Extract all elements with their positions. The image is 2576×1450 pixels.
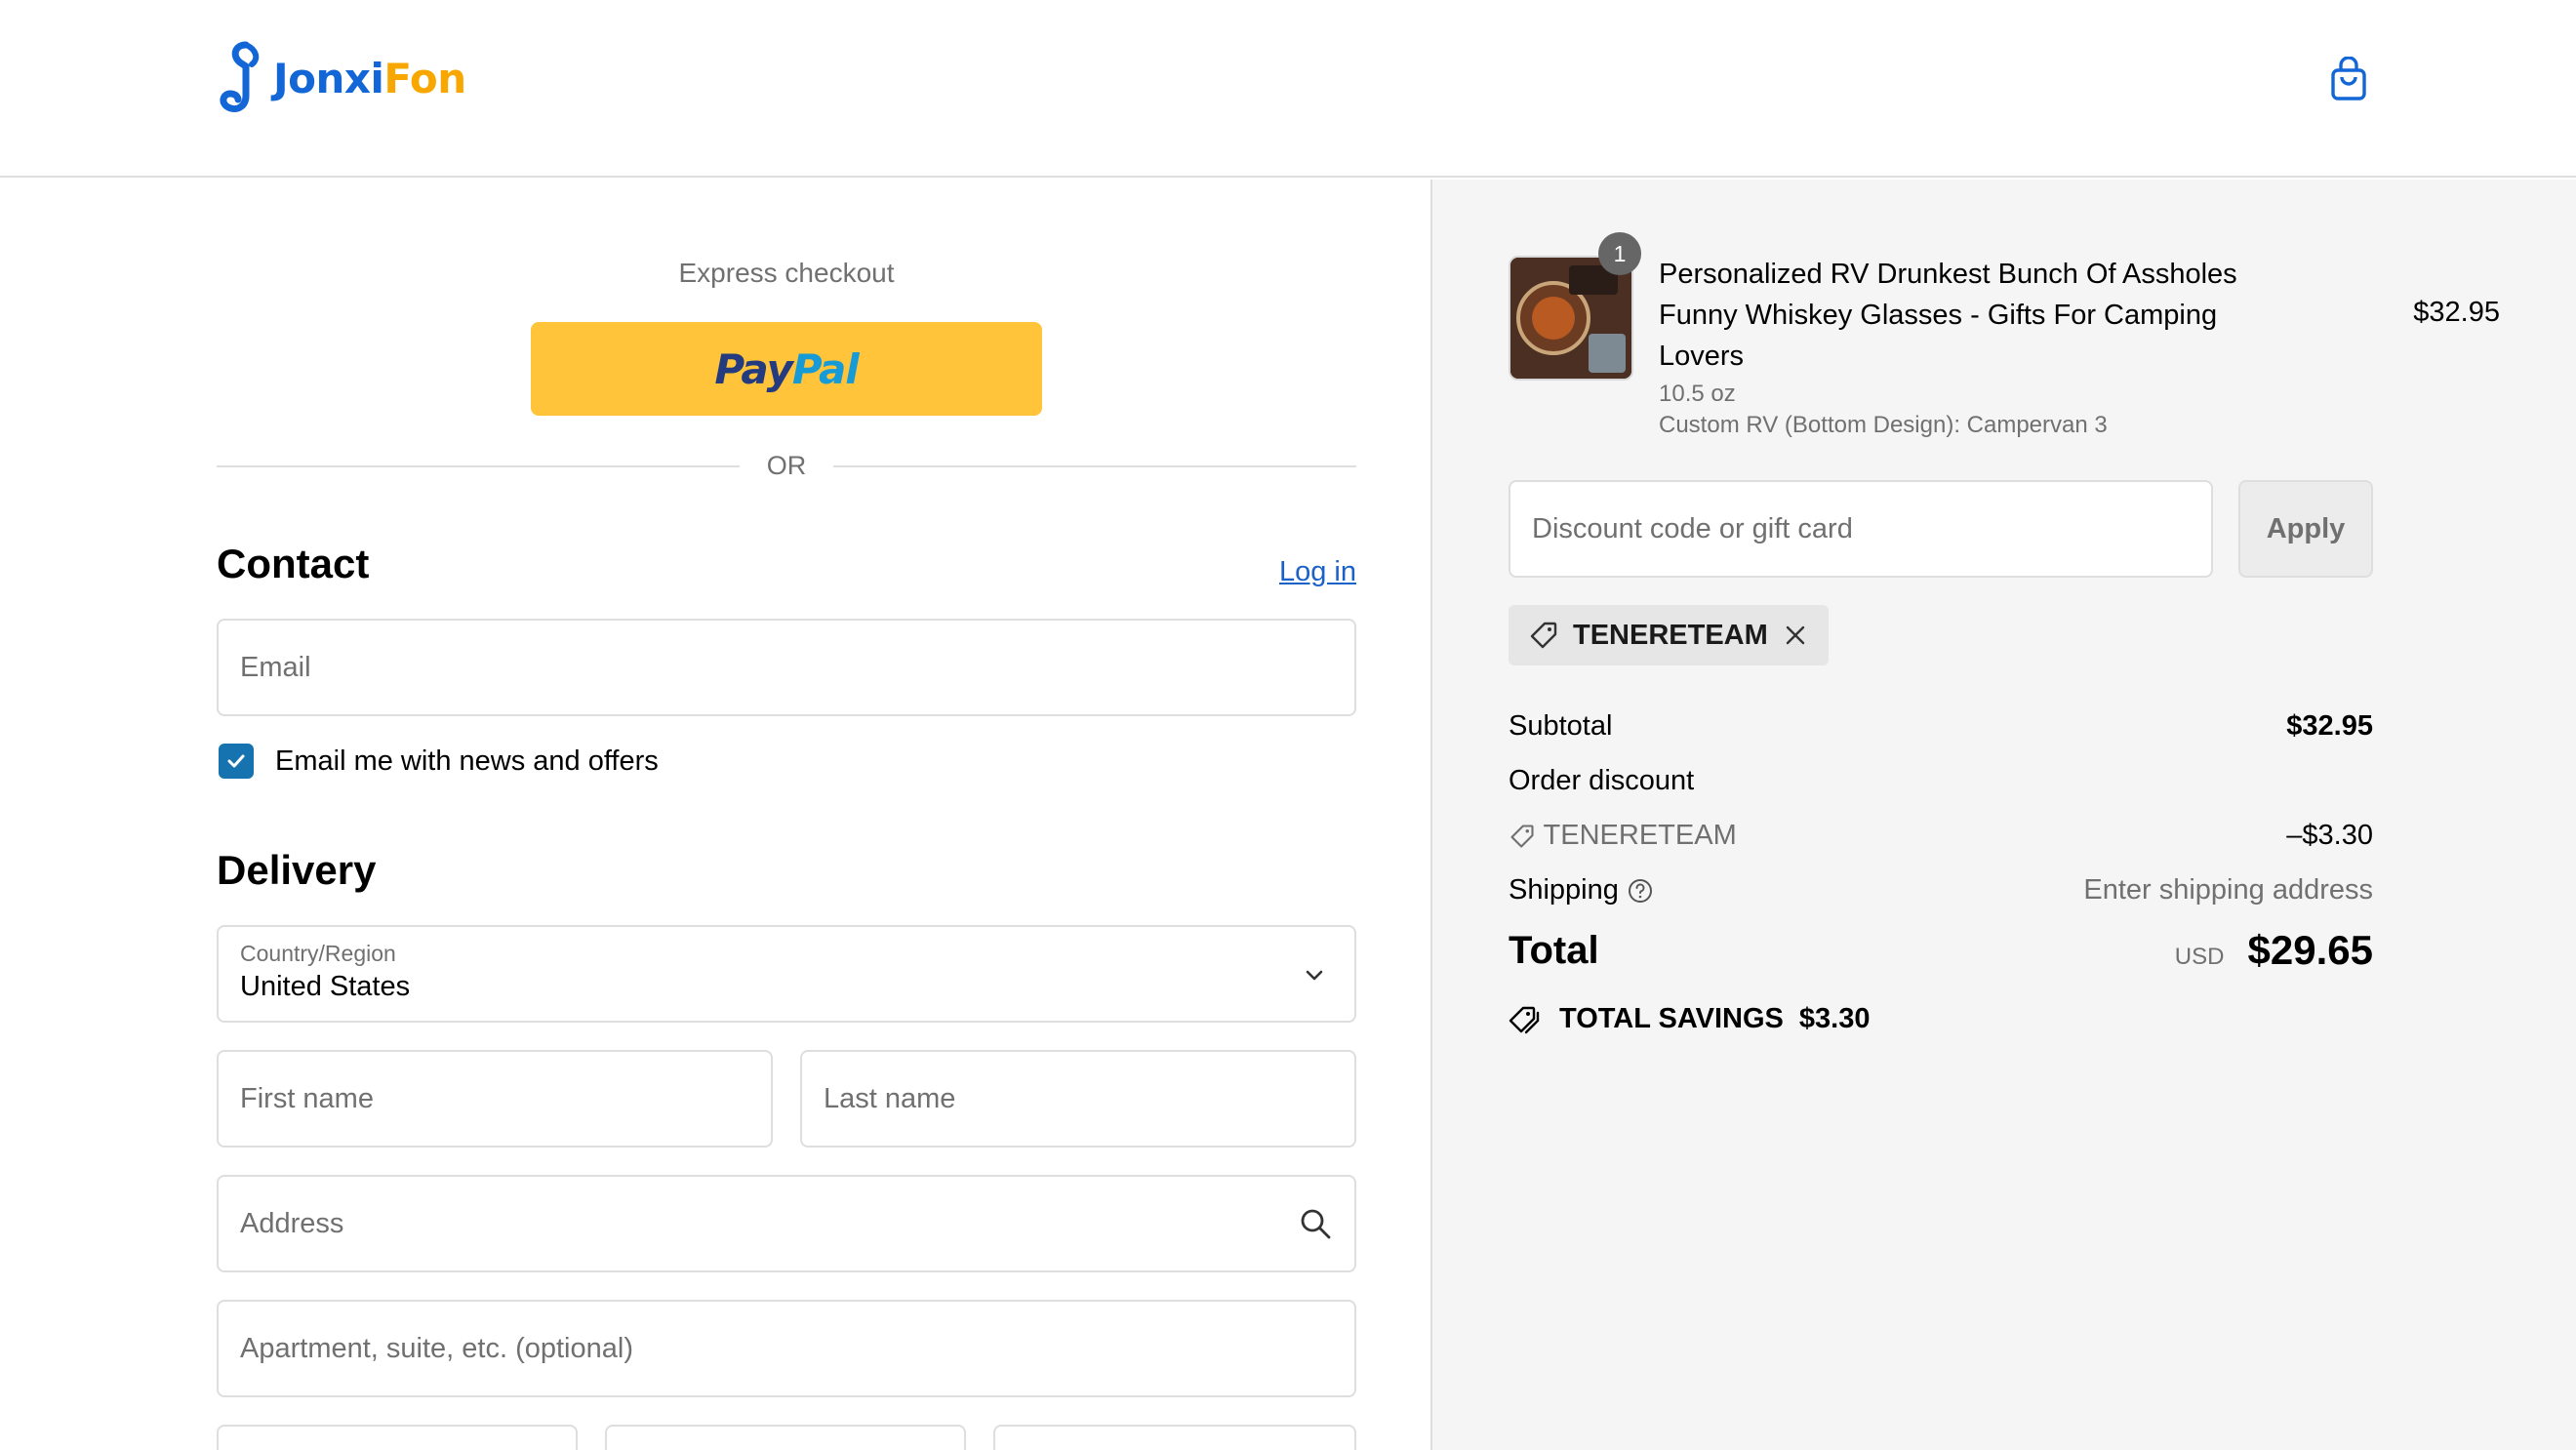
- tag-icon: [1530, 622, 1557, 649]
- subtotal-label: Subtotal: [1509, 710, 1613, 742]
- city-field[interactable]: [217, 1425, 578, 1450]
- music-note-logo-icon: [220, 41, 260, 112]
- savings-value: $3.30: [1798, 1003, 1871, 1034]
- newsletter-label: Email me with news and offers: [275, 745, 659, 777]
- shipping-label: Shipping: [1509, 874, 1619, 906]
- shipping-cell: Shipping: [1509, 874, 1654, 906]
- contact-heading: Contact: [217, 541, 370, 586]
- shipping-row: Shipping Enter shipping address: [1509, 874, 2373, 906]
- savings-label: TOTAL SAVINGS: [1559, 1003, 1784, 1034]
- apartment-input[interactable]: [240, 1332, 1333, 1365]
- product-variant-size: 10.5 oz: [1659, 381, 1736, 407]
- tag-icon: [1510, 825, 1534, 848]
- first-name-field[interactable]: [217, 1050, 773, 1148]
- brand-name: JonxiFon: [273, 54, 466, 102]
- total-row: Total USD $29.65: [1509, 927, 2373, 974]
- or-label: OR: [766, 451, 807, 480]
- country-select[interactable]: Country/Region United States: [217, 925, 1356, 1023]
- order-discount-row: Order discount: [1509, 765, 2373, 797]
- total-currency: USD: [2174, 944, 2225, 970]
- total-label: Total: [1509, 928, 1599, 972]
- subtotal-value: $32.95: [2286, 710, 2373, 742]
- product-title: Personalized RV Drunkest Bunch Of Asshol…: [1659, 259, 2237, 372]
- order-discount-label: Order discount: [1509, 765, 1695, 796]
- checkout-form: Express checkout PayPal OR Contact Log i…: [0, 180, 1430, 1450]
- discount-code-input[interactable]: [1532, 512, 2190, 545]
- applied-code-label: TENERETEAM: [1573, 619, 1768, 651]
- total-savings: TOTAL SAVINGS $3.30: [1509, 1003, 1870, 1035]
- discount-code-cell: TENERETEAM: [1509, 820, 1737, 852]
- country-value: United States: [240, 971, 411, 1002]
- newsletter-checkbox[interactable]: [219, 744, 254, 779]
- site-header: JonxiFon: [0, 0, 2576, 178]
- discount-value: –$3.30: [2286, 820, 2373, 851]
- order-summary: 1 Personalized RV Drunkest Bunch Of Assh…: [1430, 180, 2576, 1450]
- close-icon[interactable]: [1782, 622, 1809, 649]
- chevron-down-icon: [1306, 970, 1323, 981]
- shipping-value: Enter shipping address: [2083, 874, 2373, 906]
- discount-code-field[interactable]: [1509, 480, 2213, 578]
- whiskey-glass-image: [1510, 258, 1631, 379]
- or-divider: OR: [217, 451, 1356, 481]
- divider-line: [217, 464, 740, 467]
- express-checkout-label: Express checkout: [678, 258, 895, 288]
- last-name-field[interactable]: [800, 1050, 1356, 1148]
- newsletter-checkbox-row[interactable]: Email me with news and offers: [219, 744, 659, 779]
- first-name-input[interactable]: [240, 1082, 749, 1115]
- email-input[interactable]: [240, 651, 1333, 684]
- checkmark-icon: [227, 754, 245, 768]
- divider-line: [833, 464, 1356, 467]
- apply-discount-button[interactable]: Apply: [2238, 480, 2373, 578]
- total-cell: USD $29.65: [2175, 927, 2373, 974]
- email-field[interactable]: [217, 619, 1356, 716]
- total-amount: $29.65: [2247, 927, 2373, 973]
- zip-field[interactable]: [993, 1425, 1356, 1450]
- product-variant-custom: Custom RV (Bottom Design): Campervan 3: [1659, 412, 2108, 438]
- subtotal-row: Subtotal $32.95: [1509, 710, 2373, 743]
- paypal-logo: PayPal: [714, 344, 859, 393]
- state-field[interactable]: [605, 1425, 966, 1450]
- help-circle-icon[interactable]: [1627, 877, 1654, 905]
- quantity-badge: 1: [1598, 232, 1641, 275]
- applied-code-tag: TENERETEAM: [1509, 605, 1829, 665]
- last-name-input[interactable]: [824, 1082, 1333, 1115]
- login-link[interactable]: Log in: [1279, 556, 1356, 588]
- paypal-button[interactable]: PayPal: [531, 322, 1042, 416]
- discount-code-row: TENERETEAM –$3.30: [1509, 820, 2373, 852]
- delivery-heading: Delivery: [217, 847, 377, 893]
- discount-code-label: TENERETEAM: [1543, 820, 1737, 851]
- address-input[interactable]: [240, 1207, 1333, 1240]
- country-label: Country/Region: [240, 941, 396, 966]
- search-icon[interactable]: [1298, 1206, 1333, 1241]
- brand-logo[interactable]: JonxiFon: [217, 39, 466, 117]
- address-field[interactable]: [217, 1175, 1356, 1272]
- product-price: $32.95: [2413, 297, 2500, 328]
- apartment-field[interactable]: [217, 1300, 1356, 1397]
- shopping-bag-icon[interactable]: [2330, 57, 2367, 101]
- tags-icon: [1509, 1006, 1540, 1033]
